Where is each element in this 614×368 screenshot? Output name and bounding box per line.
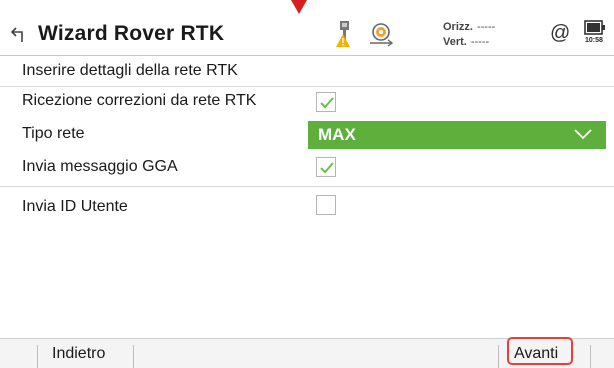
title-bar: Wizard Rover RTK Orizz. ----- Vert. ----- … <box>0 15 614 56</box>
divider <box>0 86 614 87</box>
row-label-network-type: Tipo rete <box>22 125 85 142</box>
chevron-down-icon <box>574 129 592 140</box>
quality-h-label: Orizz. <box>443 21 473 33</box>
check-icon <box>320 162 334 174</box>
network-type-dropdown[interactable]: MAX <box>308 121 606 149</box>
footer-separator <box>37 345 38 368</box>
pointer-marker <box>291 0 307 14</box>
intro-text: Inserire dettagli della rete RTK <box>22 62 238 79</box>
row-label-send-gga: Invia messaggio GGA <box>22 158 178 175</box>
target-icon[interactable] <box>368 21 394 47</box>
next-button[interactable]: Avanti <box>507 337 573 365</box>
footer-separator <box>133 345 134 368</box>
quality-readout: Orizz. ----- Vert. ----- <box>443 20 495 50</box>
row-label-rtk-corrections: Ricezione correzioni da rete RTK <box>22 92 257 109</box>
send-gga-checkbox[interactable] <box>316 157 336 177</box>
network-type-value: MAX <box>318 125 356 144</box>
at-icon[interactable]: @ <box>550 22 570 45</box>
clock-time: 10:58 <box>585 37 603 44</box>
rover-warning-icon[interactable] <box>333 20 357 48</box>
check-icon <box>320 97 334 109</box>
footer-separator <box>498 345 499 368</box>
footer-separator <box>590 345 591 368</box>
battery-icon[interactable] <box>584 20 606 35</box>
back-arrow-icon[interactable] <box>10 26 28 44</box>
quality-v-value: ----- <box>470 36 490 48</box>
quality-v-label: Vert. <box>443 36 467 48</box>
quality-h-value: ----- <box>476 21 496 33</box>
page-title: Wizard Rover RTK <box>38 22 225 45</box>
divider <box>0 186 614 187</box>
send-user-id-checkbox[interactable] <box>316 195 336 215</box>
row-label-send-user-id: Invia ID Utente <box>22 198 128 215</box>
back-button[interactable]: Indietro <box>52 345 105 363</box>
footer-bar: Indietro Avanti <box>0 337 614 368</box>
next-button-label: Avanti <box>514 345 559 362</box>
rtk-corrections-checkbox[interactable] <box>316 92 336 112</box>
